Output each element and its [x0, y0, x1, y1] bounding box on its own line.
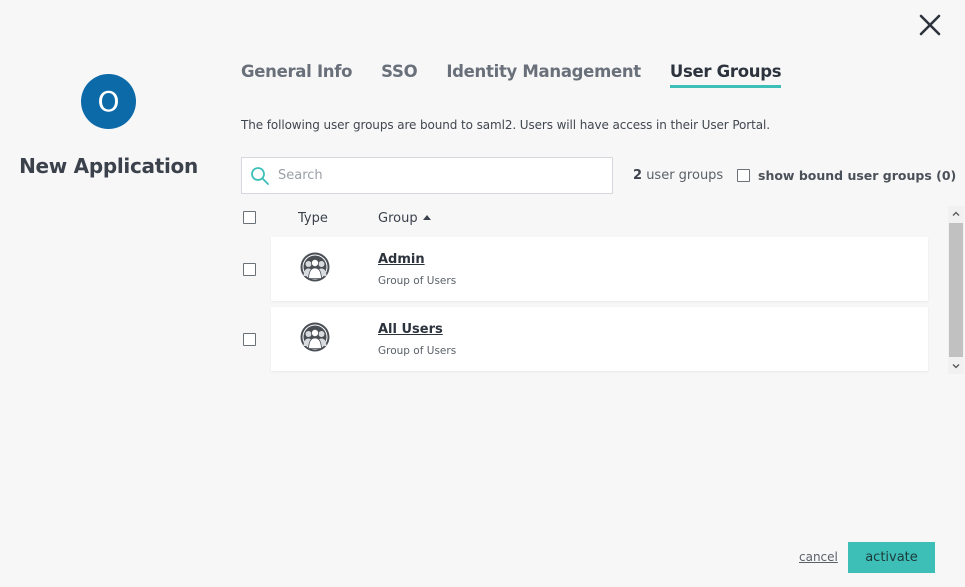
user-group-count: 2 user groups — [633, 168, 723, 183]
search-icon — [251, 166, 269, 185]
table-row: Admin Group of Users — [271, 237, 928, 301]
select-all-checkbox[interactable] — [243, 211, 256, 224]
show-bound-checkbox[interactable] — [737, 169, 750, 182]
activate-button[interactable]: activate — [848, 542, 935, 573]
group-subtitle: Group of Users — [378, 275, 457, 287]
show-bound-label: show bound user groups (0) — [758, 168, 957, 183]
table-row: All Users Group of Users — [271, 307, 928, 371]
group-name-link[interactable]: Admin — [378, 252, 425, 267]
row-checkbox-all-users[interactable] — [243, 333, 256, 346]
row-checkbox-admin[interactable] — [243, 263, 256, 276]
app-avatar: O — [81, 74, 136, 129]
close-icon — [919, 14, 941, 36]
tab-user-groups[interactable]: User Groups — [669, 62, 782, 88]
new-application-dialog: O New Application General Info SSO Ident… — [0, 0, 965, 587]
cancel-link[interactable]: cancel — [799, 550, 838, 564]
tab-general-info[interactable]: General Info — [241, 62, 352, 88]
column-header-group-label: Group — [378, 211, 418, 226]
group-name-link[interactable]: All Users — [378, 322, 443, 337]
group-subtitle: Group of Users — [378, 345, 457, 357]
bound-groups-description: The following user groups are bound to s… — [241, 118, 770, 132]
column-header-type: Type — [298, 211, 328, 226]
tab-sso[interactable]: SSO — [381, 62, 417, 88]
group-count-label: user groups — [646, 168, 724, 183]
search-input[interactable] — [278, 168, 612, 183]
scroll-up-button[interactable] — [948, 206, 964, 222]
scroll-down-button[interactable] — [948, 358, 964, 374]
tab-bar: General Info SSO Identity Management Use… — [241, 62, 810, 90]
scrollbar-thumb[interactable] — [949, 223, 963, 357]
tab-identity-management[interactable]: Identity Management — [446, 62, 641, 88]
table-header: Type Group — [241, 208, 931, 230]
chevron-up-icon — [952, 211, 960, 216]
search-box — [241, 157, 613, 194]
chevron-down-icon — [952, 364, 960, 369]
app-title: New Application — [19, 154, 198, 178]
column-header-group[interactable]: Group — [378, 211, 431, 226]
show-bound-toggle[interactable]: show bound user groups (0) — [737, 168, 956, 183]
close-button[interactable] — [915, 10, 945, 40]
user-group-icon — [300, 322, 330, 352]
user-group-icon — [300, 252, 330, 282]
vertical-scrollbar[interactable] — [948, 206, 964, 374]
sort-ascending-icon — [422, 215, 431, 220]
group-count-number: 2 — [633, 168, 643, 183]
